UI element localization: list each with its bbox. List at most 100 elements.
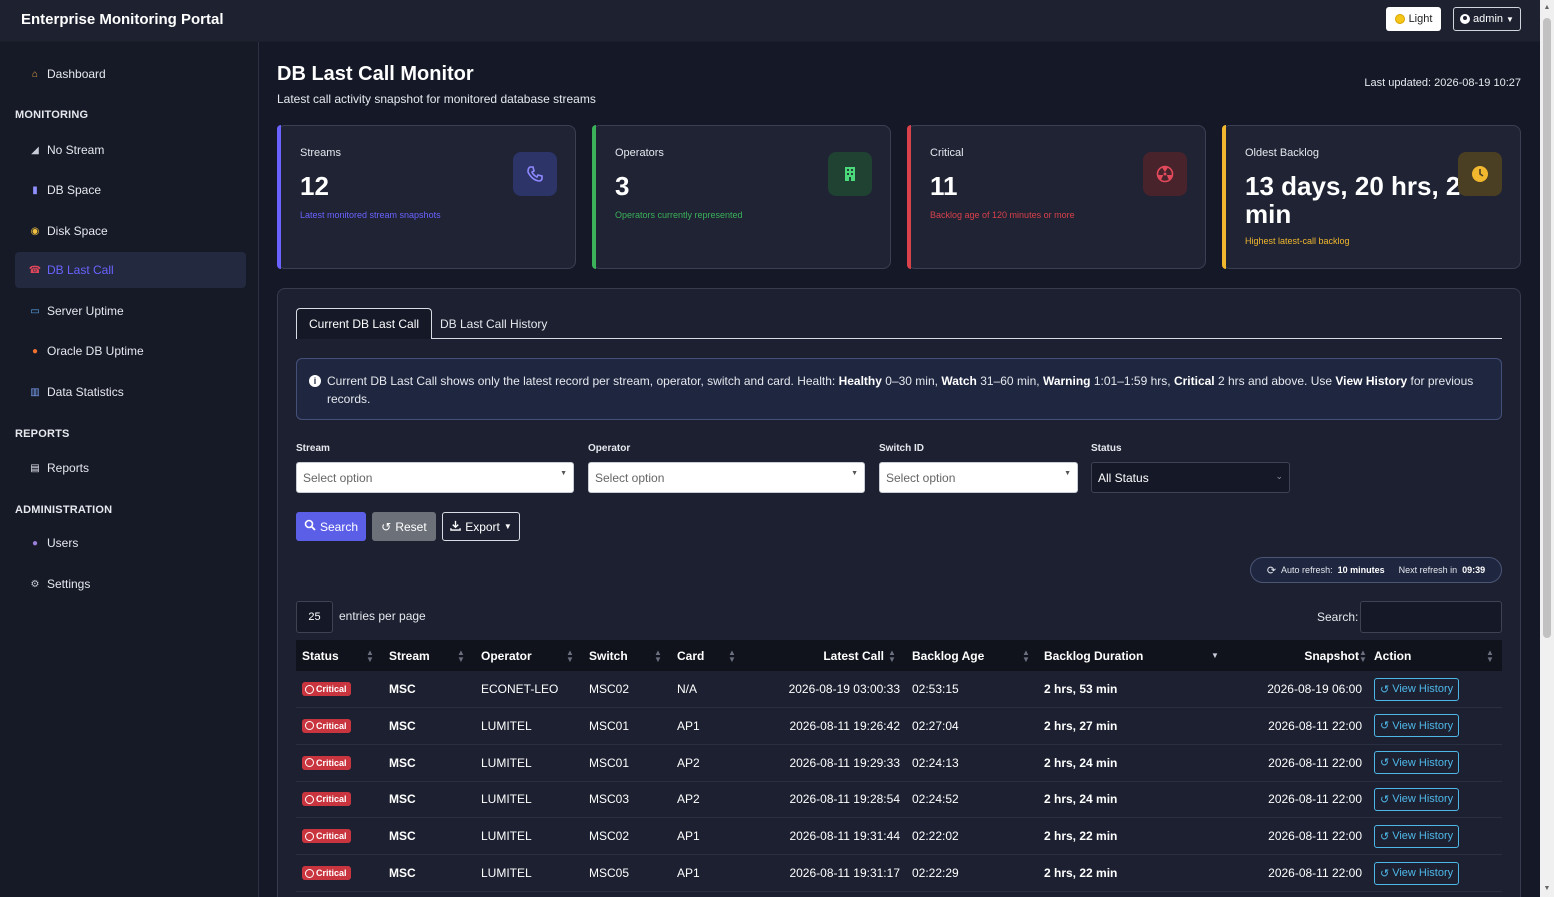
stat-label: Operators: [615, 147, 664, 159]
card-cell: AP1: [677, 866, 700, 880]
next-refresh-label: Next refresh in: [1398, 565, 1458, 575]
sidebar-item-label: Server Uptime: [47, 304, 124, 318]
sidebar-item-dashboard[interactable]: ⌂ Dashboard: [15, 56, 246, 92]
status-badge: Critical: [302, 755, 351, 770]
main-content: DB Last Call Monitor Latest call activit…: [259, 42, 1540, 897]
view-history-button[interactable]: ↺ View History: [1374, 787, 1460, 811]
tab-db-last-call-history[interactable]: DB Last Call History: [428, 308, 559, 339]
backlog-duration-cell: 2 hrs, 22 min: [1044, 866, 1118, 880]
sort-icon[interactable]: ▲ ▼: [1486, 649, 1494, 664]
sort-icon[interactable]: ▲ ▼: [728, 649, 736, 664]
stat-label: Critical: [930, 147, 964, 159]
view-history-label: View History: [1392, 793, 1454, 806]
sort-icon[interactable]: ▲ ▼: [888, 649, 896, 664]
column-header-operator[interactable]: Operator: [481, 640, 532, 671]
operator-select[interactable]: Select option ▼: [588, 462, 865, 493]
sort-desc-icon[interactable]: ▼: [1211, 652, 1219, 660]
sidebar-item-oracle-db-uptime[interactable]: ● Oracle DB Uptime: [15, 333, 246, 369]
column-header-backlog-age[interactable]: Backlog Age: [912, 640, 984, 671]
status-badge: Critical: [302, 718, 351, 733]
snapshot-cell: 2026-08-19 06:00: [1267, 682, 1362, 696]
info-alert: i Current DB Last Call shows only the la…: [296, 358, 1502, 420]
app-brand[interactable]: Enterprise Monitoring Portal: [21, 11, 224, 28]
operator-cell: LUMITEL: [481, 829, 532, 844]
column-header-snapshot[interactable]: Snapshot: [1236, 640, 1359, 671]
select-placeholder: Select option: [303, 470, 373, 485]
sort-icon[interactable]: ▲ ▼: [1359, 649, 1367, 664]
column-header-switch[interactable]: Switch: [589, 640, 628, 671]
critical-icon: [305, 758, 314, 768]
table-header: Status ▲ ▼ Stream ▲ ▼ Operator ▲ ▼ Switch ▲…: [296, 640, 1502, 671]
sidebar-item-label: No Stream: [47, 143, 105, 157]
stat-card-accent: [592, 125, 596, 269]
stream-filter-label: Stream: [296, 443, 330, 454]
stat-value: 11: [930, 171, 958, 201]
column-header-card[interactable]: Card: [677, 640, 704, 671]
table-search-input[interactable]: [1360, 601, 1502, 633]
view-history-button[interactable]: ↺ View History: [1374, 677, 1460, 701]
sidebar-item-disk-space[interactable]: ◉ Disk Space: [15, 213, 246, 249]
sidebar-item-settings[interactable]: ⚙ Settings: [15, 566, 246, 602]
sidebar-item-db-space[interactable]: ▮ DB Space: [15, 172, 246, 208]
view-history-button[interactable]: ↺ View History: [1374, 824, 1460, 848]
export-button[interactable]: Export ▼: [442, 512, 520, 541]
table-row: Critical MSC ECONET-LEO MSC02 N/A 2026-08-19 …: [296, 671, 1502, 708]
status-cell: Critical: [302, 671, 351, 707]
scroll-up-arrow[interactable]: ▲: [1543, 4, 1551, 12]
top-navbar: Enterprise Monitoring Portal Light admin…: [0, 0, 1554, 42]
sidebar-item-data-statistics[interactable]: ▥ Data Statistics: [15, 374, 246, 410]
tab-current-db-last-call[interactable]: Current DB Last Call: [296, 308, 433, 339]
snapshot-cell: 2026-08-11 22:00: [1268, 866, 1362, 880]
sort-icon[interactable]: ▲ ▼: [366, 649, 374, 664]
page-scrollbar[interactable]: ▲ ▼: [1540, 0, 1554, 897]
stat-card-accent: [1222, 125, 1226, 269]
sidebar-item-label: Settings: [47, 577, 91, 591]
tab-bar: Current DB Last Call DB Last Call Histor…: [296, 308, 1502, 339]
view-history-button[interactable]: ↺ View History: [1374, 751, 1460, 775]
backlog-duration-cell: 2 hrs, 24 min: [1044, 792, 1118, 807]
column-header-stream[interactable]: Stream: [389, 640, 430, 671]
document-icon: ▤: [30, 462, 40, 474]
column-header-latest-call[interactable]: Latest Call: [746, 640, 884, 671]
backlog-duration-cell: 2 hrs, 53 min: [1044, 682, 1118, 696]
stat-label: Oldest Backlog: [1245, 147, 1319, 159]
satellite-dish-icon: ◢: [31, 144, 39, 156]
user-menu-label: admin: [1473, 13, 1504, 25]
sort-icon[interactable]: ▲ ▼: [1022, 649, 1030, 664]
action-cell: ↺ View History: [1374, 781, 1460, 817]
sidebar-item-reports[interactable]: ▤ Reports: [15, 450, 246, 486]
status-select[interactable]: All Status ⌄: [1091, 462, 1290, 493]
stream-select[interactable]: Select option ▼: [296, 462, 574, 493]
table-search-label: Search:: [1317, 610, 1359, 624]
view-history-button[interactable]: ↺ View History: [1374, 861, 1460, 885]
user-menu-button[interactable]: admin ▼: [1453, 7, 1521, 31]
sidebar-item-label: Data Statistics: [47, 385, 124, 399]
column-header-backlog-duration[interactable]: Backlog Duration: [1044, 640, 1143, 671]
reset-button[interactable]: ↺ Reset: [372, 512, 436, 541]
info-view-history: View History: [1335, 374, 1408, 388]
switch-select[interactable]: Select option ▼: [879, 462, 1078, 493]
sort-icon[interactable]: ▲ ▼: [457, 649, 465, 664]
sidebar-item-users[interactable]: ● Users: [15, 525, 246, 561]
sort-icon[interactable]: ▲ ▼: [566, 649, 574, 664]
search-button[interactable]: Search: [296, 512, 366, 541]
operator-cell: LUMITEL: [481, 866, 532, 880]
gear-icon: ⚙: [30, 578, 40, 590]
sidebar-item-no-stream[interactable]: ◢ No Stream: [15, 132, 246, 168]
history-icon: ↺: [1380, 830, 1390, 843]
stat-label: Streams: [300, 147, 341, 159]
snapshot-cell: 2026-08-11 22:00: [1268, 755, 1362, 770]
column-header-status[interactable]: Status: [302, 640, 339, 671]
sidebar-item-server-uptime[interactable]: ▭ Server Uptime: [15, 293, 246, 329]
scroll-down-arrow[interactable]: ▼: [1543, 885, 1551, 893]
select-placeholder: Select option: [886, 470, 956, 485]
entries-per-page-select[interactable]: 25: [296, 601, 333, 633]
sidebar-section-reports: REPORTS: [15, 428, 70, 440]
theme-toggle-button[interactable]: Light: [1386, 7, 1441, 31]
switch-cell: MSC02: [589, 682, 630, 696]
sidebar-item-db-last-call[interactable]: ☎ DB Last Call: [15, 252, 246, 288]
sort-icon[interactable]: ▲ ▼: [654, 649, 662, 664]
last-updated-text: Last updated: 2026-08-19 10:27: [1364, 77, 1521, 89]
view-history-button[interactable]: ↺ View History: [1374, 714, 1460, 738]
scrollbar-thumb[interactable]: [1543, 18, 1551, 638]
